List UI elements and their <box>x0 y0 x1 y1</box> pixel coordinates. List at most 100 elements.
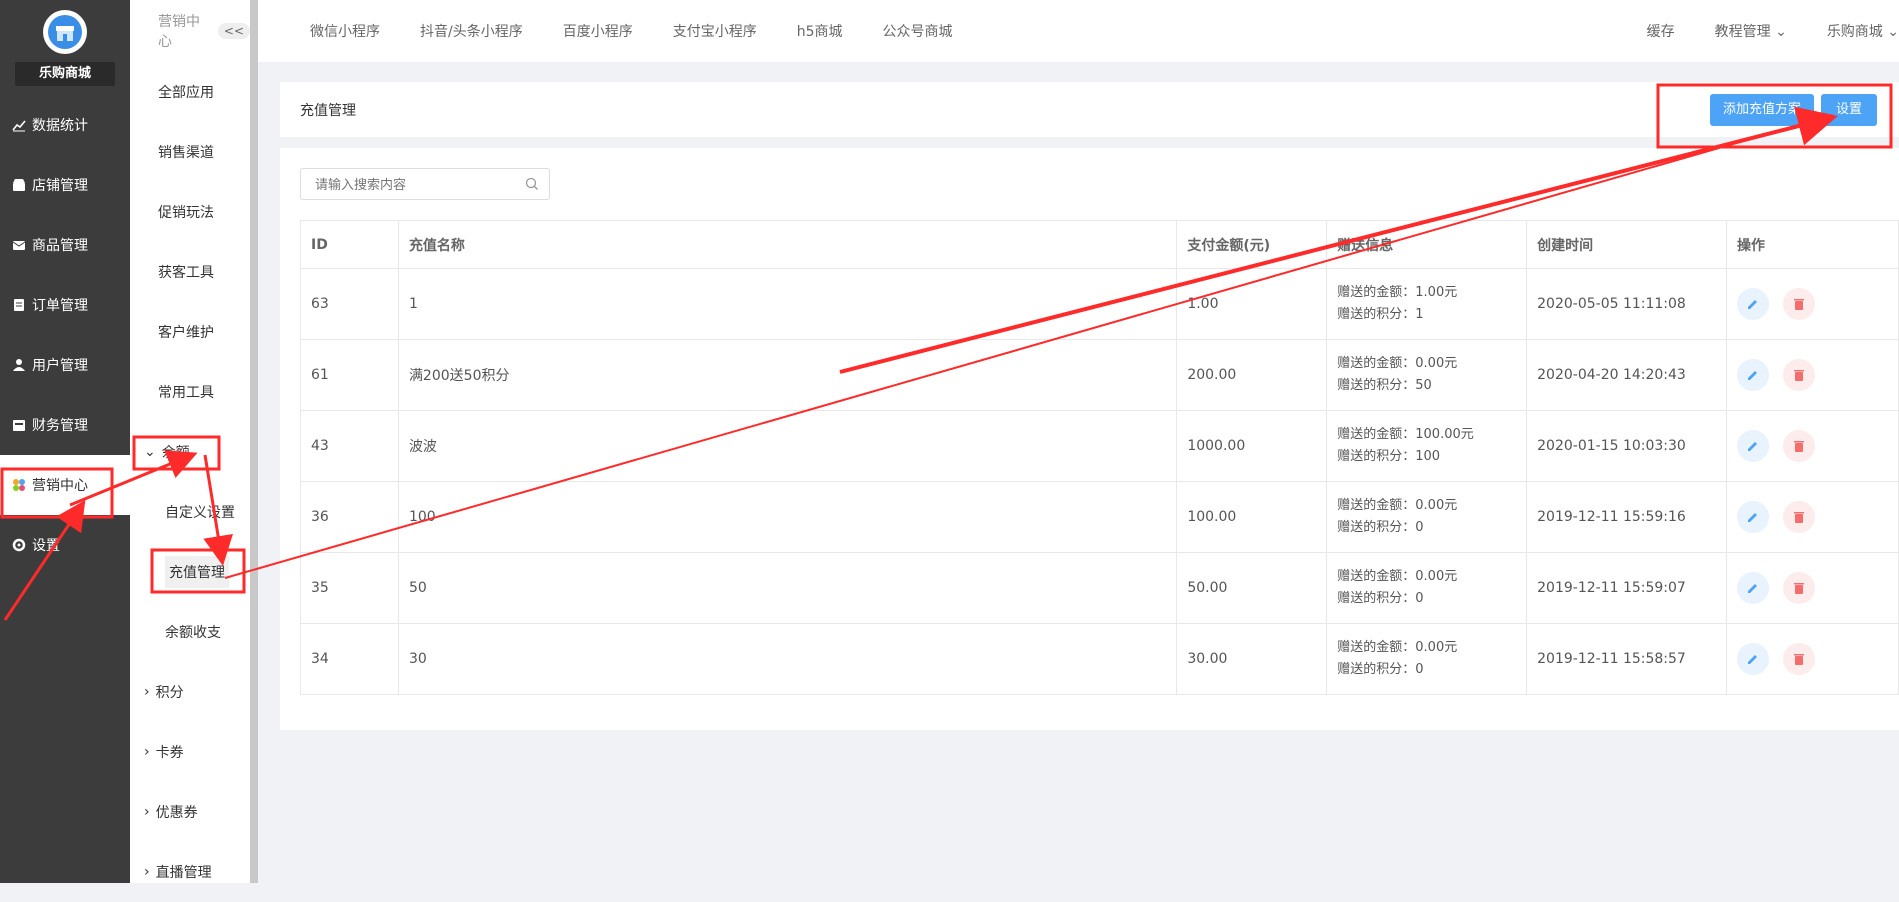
edit-icon[interactable] <box>1737 501 1770 533</box>
sidebar-item-label: 营销中心 <box>32 478 88 494</box>
gift-money: 赠送的金额：0.00元 <box>1337 640 1458 655</box>
cell-gift: 赠送的金额：100.00元 赠送的积分：100 <box>1326 410 1528 482</box>
delete-icon[interactable] <box>1783 643 1816 675</box>
sidebar-item-3[interactable]: 订单管理 <box>0 275 130 335</box>
cell-amount: 1.00 <box>1176 268 1328 340</box>
gift-money: 赠送的金额：100.00元 <box>1337 427 1474 442</box>
edit-icon[interactable] <box>1737 359 1770 391</box>
subnav-header: 营销中心 << <box>130 0 250 62</box>
chevron-down-icon: ⌄ <box>1775 24 1787 40</box>
delete-icon[interactable] <box>1783 288 1816 320</box>
collapse-button[interactable]: << <box>217 23 250 39</box>
cell-created: 2020-01-15 10:03:30 <box>1526 410 1728 482</box>
cell-amount: 30.00 <box>1176 623 1328 695</box>
cell-gift: 赠送的金额：0.00元 赠送的积分：50 <box>1326 339 1528 411</box>
subnav-group-1[interactable]: › 卡券 <box>130 722 250 782</box>
cell-gift: 赠送的金额：0.00元 赠送的积分：0 <box>1326 623 1528 695</box>
chevron-right-icon: › <box>144 684 150 700</box>
gear-icon <box>12 538 26 552</box>
cell-gift: 赠送的金额：1.00元 赠送的积分：1 <box>1326 268 1528 340</box>
delete-icon[interactable] <box>1783 430 1816 462</box>
gift-points: 赠送的积分：0 <box>1337 591 1424 606</box>
sidebar-item-2[interactable]: 商品管理 <box>0 215 130 275</box>
gift-points: 赠送的积分：100 <box>1337 449 1441 464</box>
cell-name: 30 <box>397 623 1178 695</box>
panel-divider[interactable] <box>250 0 258 883</box>
add-recharge-plan-button[interactable]: 添加充值方案 <box>1710 94 1814 126</box>
top-bar: 微信小程序 抖音/头条小程序 百度小程序 支付宝小程序 h5商城 公众号商城 缓存 教程管… <box>258 0 1899 62</box>
cell-name: 50 <box>397 552 1178 624</box>
subnav-child-2[interactable]: 余额收支 <box>130 602 250 662</box>
table-card: ID充值名称支付金额(元)赠送信息创建时间操作 6311.00赠送的金额：1.0… <box>280 148 1899 730</box>
subnav-item-1[interactable]: 销售渠道 <box>130 122 250 182</box>
search-icon[interactable] <box>525 177 539 195</box>
store-logo-icon <box>43 10 87 54</box>
subnav-item-2[interactable]: 促销玩法 <box>130 182 250 242</box>
subnav-child-label: 充值管理 <box>165 556 229 588</box>
cell-actions <box>1726 552 1899 624</box>
column-header: 操作 <box>1726 220 1899 269</box>
edit-icon[interactable] <box>1737 288 1770 320</box>
table-row: 43 波波 1000.00 赠送的金额：100.00元 赠送的积分：100 2020-01… <box>300 410 1899 482</box>
cell-name: 1 <box>397 268 1178 340</box>
user-icon <box>12 358 26 372</box>
main-sidebar: 乐购商城 数据统计 店铺管理 商品管理 订单管理 用户管理 财务管理 营销中心 设置 <box>0 0 130 883</box>
subnav-group-label: 直播管理 <box>155 865 212 881</box>
cell-actions <box>1726 339 1899 411</box>
tutorial-dropdown[interactable]: 教程管理 ⌄ <box>1715 21 1787 41</box>
settings-button[interactable]: 设置 <box>1821 94 1877 126</box>
subnav-child-label: 余额收支 <box>165 625 221 641</box>
subnav-group-balance[interactable]: ⌄ 余额 <box>130 422 250 482</box>
cell-created: 2020-05-05 11:11:08 <box>1526 268 1728 340</box>
tab-1[interactable]: 抖音/头条小程序 <box>420 21 523 41</box>
cell-created: 2019-12-11 15:59:16 <box>1526 481 1728 553</box>
sidebar-item-label: 设置 <box>32 538 60 554</box>
sidebar-item-1[interactable]: 店铺管理 <box>0 155 130 215</box>
cell-amount: 50.00 <box>1176 552 1328 624</box>
sidebar-item-4[interactable]: 用户管理 <box>0 335 130 395</box>
subnav-item-4[interactable]: 客户维护 <box>130 302 250 362</box>
tab-0[interactable]: 微信小程序 <box>310 21 380 41</box>
search-input[interactable] <box>301 169 517 201</box>
tab-2[interactable]: 百度小程序 <box>563 21 633 41</box>
delete-icon[interactable] <box>1783 501 1816 533</box>
subnav-group-3[interactable]: › 直播管理 <box>130 842 250 902</box>
sidebar-item-6[interactable]: 营销中心 <box>0 455 130 515</box>
subnav-group-0[interactable]: › 积分 <box>130 662 250 722</box>
edit-icon[interactable] <box>1737 572 1770 604</box>
table-row: 61 满200送50积分 200.00 赠送的金额：0.00元 赠送的积分：50 2020… <box>300 339 1899 411</box>
column-header: 创建时间 <box>1526 220 1728 269</box>
delete-icon[interactable] <box>1783 359 1816 391</box>
tab-4[interactable]: h5商城 <box>797 21 843 41</box>
column-header: 赠送信息 <box>1326 220 1528 269</box>
cell-actions <box>1726 410 1899 482</box>
subnav-item-5[interactable]: 常用工具 <box>130 362 250 422</box>
delete-icon[interactable] <box>1783 572 1816 604</box>
sidebar-item-7[interactable]: 设置 <box>0 515 130 575</box>
gift-money: 赠送的金额：1.00元 <box>1337 285 1458 300</box>
subnav-group-2[interactable]: › 优惠券 <box>130 782 250 842</box>
subnav-item-3[interactable]: 获客工具 <box>130 242 250 302</box>
sidebar-item-label: 财务管理 <box>32 418 88 434</box>
edit-icon[interactable] <box>1737 430 1770 462</box>
cell-created: 2020-04-20 14:20:43 <box>1526 339 1728 411</box>
table-row: 36 100 100.00 赠送的金额：0.00元 赠送的积分：0 2019-12-11 … <box>300 481 1899 553</box>
cell-id: 43 <box>300 410 399 482</box>
store-dropdown[interactable]: 乐购商城 ⌄ <box>1827 21 1899 41</box>
tab-3[interactable]: 支付宝小程序 <box>673 21 757 41</box>
tab-5[interactable]: 公众号商城 <box>883 21 953 41</box>
sub-navigation: 营销中心 << 全部应用 销售渠道 促销玩法 获客工具 客户维护 常用工具 ⌄ 余额 自定义设置… <box>130 0 250 883</box>
tutorial-label: 教程管理 <box>1714 24 1771 40</box>
cell-amount: 100.00 <box>1176 481 1328 553</box>
sidebar-item-0[interactable]: 数据统计 <box>0 95 130 155</box>
sidebar-item-label: 订单管理 <box>32 298 88 314</box>
cache-link[interactable]: 缓存 <box>1647 21 1675 41</box>
sidebar-item-5[interactable]: 财务管理 <box>0 395 130 455</box>
column-header: ID <box>300 220 399 269</box>
store-label: 乐购商城 <box>1826 24 1883 40</box>
subnav-child-1[interactable]: 充值管理 <box>130 542 250 602</box>
search-box <box>300 168 550 201</box>
subnav-child-0[interactable]: 自定义设置 <box>130 482 250 542</box>
subnav-item-0[interactable]: 全部应用 <box>130 62 250 122</box>
edit-icon[interactable] <box>1737 643 1770 675</box>
